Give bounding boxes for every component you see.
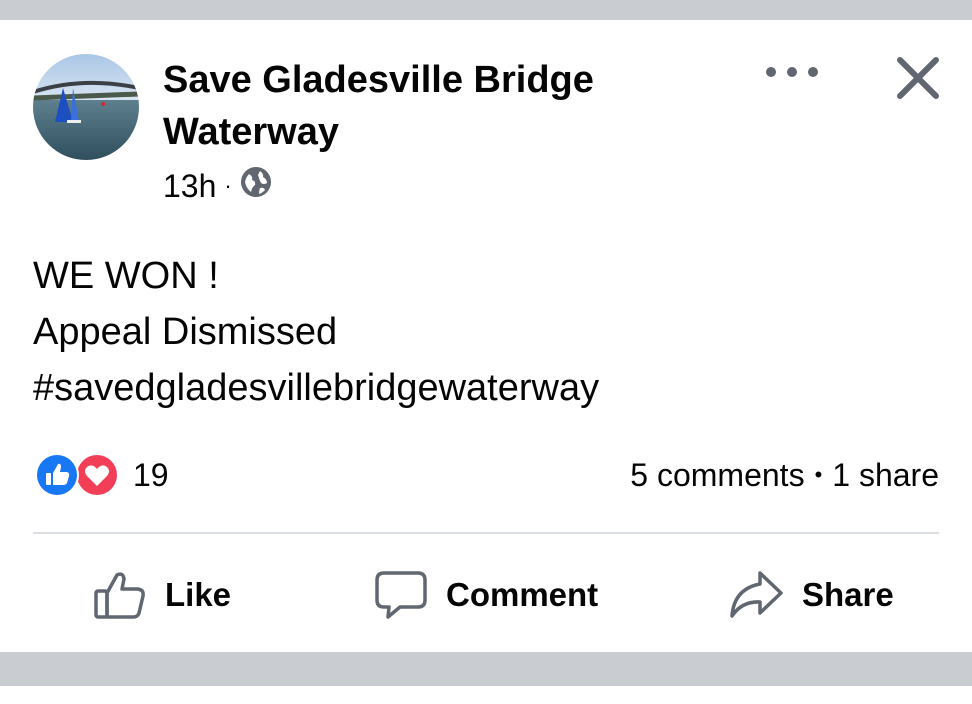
like-button[interactable]: Like <box>93 568 231 622</box>
share-arrow-icon <box>730 571 783 618</box>
comment-label: Comment <box>446 576 599 613</box>
bottom-separator-band <box>0 652 972 686</box>
post-text-line: WE WON ! <box>33 255 219 297</box>
reaction-icons <box>33 452 121 498</box>
love-icon <box>75 453 119 497</box>
page-name-link[interactable]: Save Gladesville Bridge Waterway <box>163 54 723 158</box>
reaction-count: 19 <box>133 456 169 493</box>
more-dot-icon <box>787 67 797 77</box>
post-timestamp[interactable]: 13h <box>163 168 216 205</box>
more-options-button[interactable] <box>766 60 818 84</box>
top-separator-band <box>0 0 972 20</box>
reaction-summary[interactable]: 19 <box>33 452 169 498</box>
share-button[interactable]: Share <box>728 568 894 622</box>
globe-icon <box>240 166 272 206</box>
page-avatar[interactable] <box>33 54 139 160</box>
post-text: WE WON ! Appeal Dismissed #savedgladesvi… <box>33 248 933 416</box>
comments-count-link[interactable]: 5 comments <box>630 457 804 494</box>
share-label: Share <box>802 576 894 613</box>
more-dot-icon <box>808 67 818 77</box>
comment-button[interactable]: Comment <box>374 568 598 622</box>
post-text-line: Appeal Dismissed <box>33 311 338 353</box>
close-button[interactable] <box>894 54 942 102</box>
meta-separator: · <box>224 173 232 198</box>
shares-count-link[interactable]: 1 share <box>832 457 939 494</box>
like-label: Like <box>165 576 232 613</box>
close-icon <box>897 57 939 99</box>
post-meta: 13h · <box>163 166 272 206</box>
comment-bubble-icon <box>375 571 427 619</box>
actions-divider <box>33 532 939 534</box>
like-icon <box>35 453 79 497</box>
hashtag-link[interactable]: #savedgladesvillebridgewaterway <box>33 360 933 416</box>
more-dot-icon <box>766 67 776 77</box>
engagement-counts: 5 comments • 1 share <box>630 452 939 498</box>
post-card: Save Gladesville Bridge Waterway 13h · W… <box>0 20 972 652</box>
thumbs-up-icon <box>94 572 145 619</box>
counts-separator: • <box>814 462 823 487</box>
